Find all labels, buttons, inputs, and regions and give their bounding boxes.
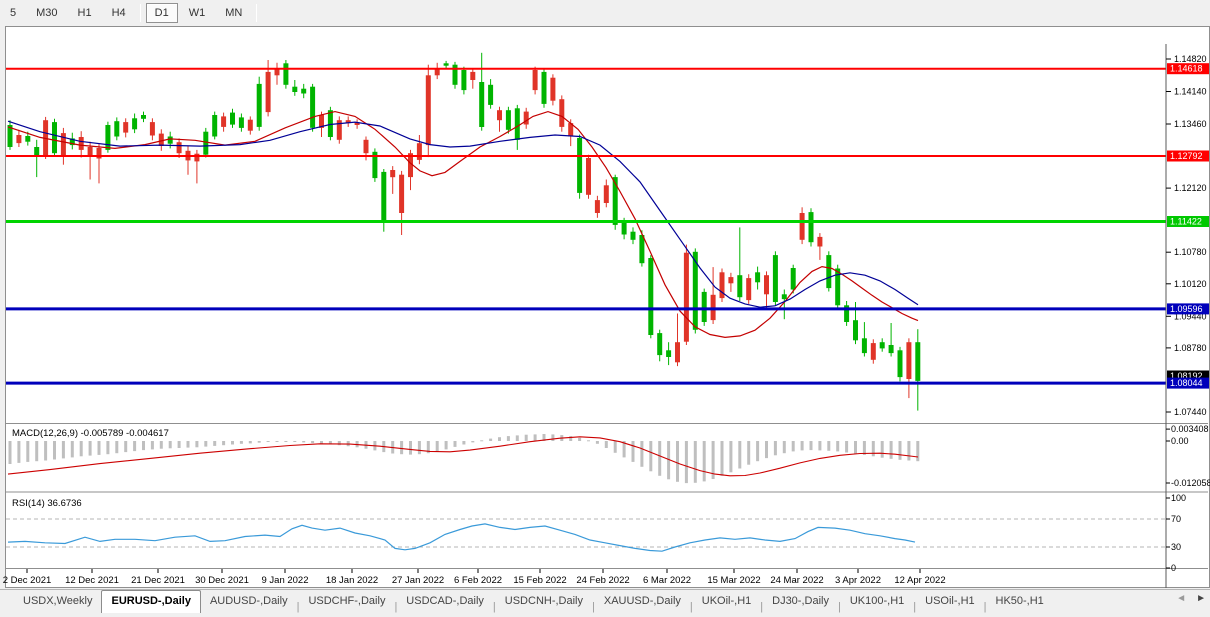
tab-dj30-daily[interactable]: DJ30-,Daily: [763, 591, 838, 613]
price-tick-label: 1.12120: [1174, 183, 1207, 193]
price-tick-label: 1.13460: [1174, 119, 1207, 129]
date-tick-label: 6 Mar 2022: [643, 575, 691, 586]
tab-usdchf-daily[interactable]: USDCHF-,Daily: [299, 591, 394, 613]
price-tick-label: 1.14820: [1174, 54, 1207, 64]
price-level-badge-1.14618: 1.14618: [1170, 64, 1203, 74]
macd-tick-label: -0.012058: [1171, 478, 1210, 488]
date-tick-label: 12 Apr 2022: [894, 575, 945, 586]
tab-eurusd-daily[interactable]: EURUSD-,Daily: [101, 590, 200, 613]
tab-uk100-h1[interactable]: UK100-,H1: [841, 591, 913, 613]
date-tick-label: 30 Dec 2021: [195, 575, 249, 586]
tab-scroll-left-icon[interactable]: ◄: [1176, 593, 1186, 604]
price-level-badge-1.12792: 1.12792: [1170, 151, 1203, 161]
price-tick-label: 1.08780: [1174, 343, 1207, 353]
price-tick-label: 1.10780: [1174, 247, 1207, 257]
tab-usdx-weekly[interactable]: USDX,Weekly: [14, 591, 101, 613]
date-tick-label: 2 Dec 2021: [3, 575, 52, 586]
date-tick-label: 21 Dec 2021: [131, 575, 185, 586]
price-tick-label: 1.10120: [1174, 279, 1207, 289]
macd-tick-label: 0.003408: [1171, 424, 1209, 434]
chart-plot-area[interactable]: [6, 27, 1208, 587]
tab-ukoil-h1[interactable]: UKOil-,H1: [693, 591, 761, 613]
tab-hk50-h1[interactable]: HK50-,H1: [987, 591, 1053, 613]
date-tick-label: 15 Mar 2022: [707, 575, 760, 586]
tab-usdcad-daily[interactable]: USDCAD-,Daily: [397, 591, 493, 613]
tab-xauusd-daily[interactable]: XAUUSD-,Daily: [595, 591, 690, 613]
date-tick-label: 15 Feb 2022: [513, 575, 566, 586]
price-level-badge-1.09596: 1.09596: [1170, 304, 1203, 314]
symbol-tab-bar: USDX,WeeklyEURUSD-,DailyAUDUSD-,Daily|US…: [0, 589, 1210, 613]
date-tick-label: 3 Apr 2022: [835, 575, 881, 586]
macd-label: MACD(12,26,9) -0.005789 -0.004617: [12, 428, 169, 439]
date-tick-label: 18 Jan 2022: [326, 575, 378, 586]
trading-terminal: 5M30H1H4D1W1MN ▼ EURUSD-,Daily 1.08950 1…: [0, 0, 1210, 617]
tab-bar-lead-space: [0, 591, 14, 613]
date-tick-label: 24 Mar 2022: [770, 575, 823, 586]
tab-scroll-arrows: ◄ ►: [1176, 593, 1206, 604]
macd-tick-label: 0.00: [1171, 436, 1189, 446]
rsi-tick-label: 30: [1171, 542, 1181, 552]
price-level-badge-1.08044: 1.08044: [1170, 378, 1203, 388]
rsi-tick-label: 0: [1171, 563, 1176, 573]
price-tick-label: 1.07440: [1174, 407, 1207, 417]
rsi-tick-label: 70: [1171, 514, 1181, 524]
date-tick-label: 12 Dec 2021: [65, 575, 119, 586]
tab-usdcnh-daily[interactable]: USDCNH-,Daily: [496, 591, 592, 613]
date-tick-label: 27 Jan 2022: [392, 575, 444, 586]
rsi-tick-label: 100: [1171, 493, 1186, 503]
tab-audusd-daily[interactable]: AUDUSD-,Daily: [201, 591, 297, 613]
date-tick-label: 9 Jan 2022: [261, 575, 308, 586]
tab-scroll-right-icon[interactable]: ►: [1196, 593, 1206, 604]
chart-canvas: 1.14820 1.14140 1.13460 1.12120 1.10780 1.101…: [0, 0, 1210, 617]
price-level-badge-1.11422: 1.11422: [1170, 217, 1202, 227]
date-tick-label: 6 Feb 2022: [454, 575, 502, 586]
rsi-label: RSI(14) 36.6736: [12, 498, 82, 509]
date-tick-label: 24 Feb 2022: [576, 575, 629, 586]
tab-usoil-h1[interactable]: USOil-,H1: [916, 591, 984, 613]
price-tick-label: 1.14140: [1174, 87, 1207, 97]
